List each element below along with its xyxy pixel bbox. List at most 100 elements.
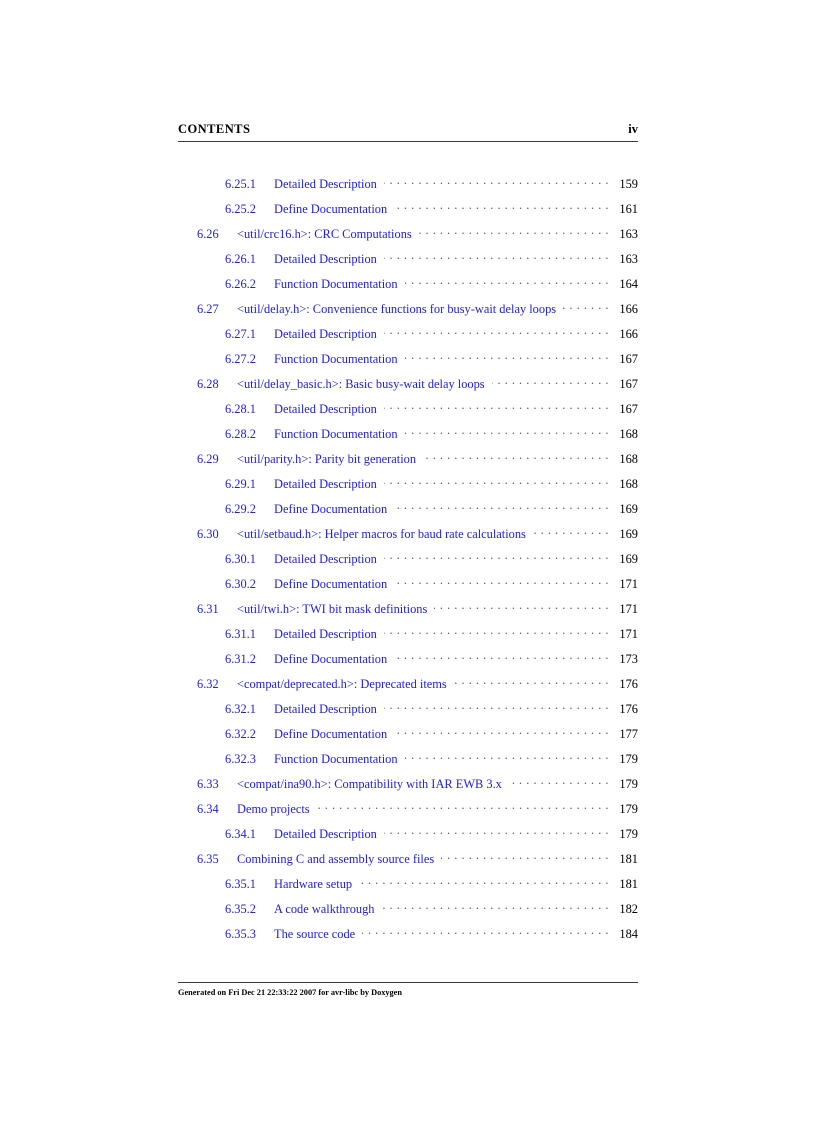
- toc-entry[interactable]: 6.35.3 The source code 184: [178, 926, 638, 951]
- toc-entry[interactable]: 6.30 <util/setbaud.h>: Helper macros for …: [178, 526, 638, 551]
- toc-entry-label: Detailed Description: [274, 402, 377, 416]
- toc-entry-number: 6.29.2: [225, 502, 256, 516]
- toc-entry[interactable]: 6.32.3 Function Documentation 179: [178, 751, 638, 776]
- toc-entry[interactable]: 6.31.2 Define Documentation 173: [178, 651, 638, 676]
- toc-entry-label: Define Documentation: [274, 727, 388, 741]
- toc-entry-page-number: 176: [619, 677, 638, 691]
- toc-entry-number: 6.30: [197, 527, 219, 541]
- toc-entry-label: Function Documentation: [274, 277, 398, 291]
- toc-entry-label: Detailed Description: [274, 552, 377, 566]
- toc-entry[interactable]: 6.32.1 Detailed Description 176: [178, 701, 638, 726]
- toc-entry[interactable]: 6.25.2 Define Documentation 161: [178, 201, 638, 226]
- toc-dot-leader: [384, 401, 609, 413]
- toc-entry[interactable]: 6.35 Combining C and assembly source file…: [178, 851, 638, 876]
- toc-entry[interactable]: 6.34.1 Detailed Description 179: [178, 826, 638, 851]
- toc-entry-number: 6.32.3: [225, 752, 256, 766]
- toc-entry-label: Define Documentation: [274, 577, 388, 591]
- toc-entry-page-number: 167: [619, 352, 638, 366]
- toc-entry-label: Detailed Description: [274, 702, 377, 716]
- toc-entry-page-number: 181: [619, 852, 638, 866]
- toc-entry-label: Demo projects: [237, 802, 310, 816]
- toc-entry-page-number: 171: [619, 627, 638, 641]
- toc-dot-leader: [492, 376, 609, 388]
- toc-entry[interactable]: 6.32 <compat/deprecated.h>: Deprecated it…: [178, 676, 638, 701]
- toc-entry[interactable]: 6.30.1 Detailed Description 169: [178, 551, 638, 576]
- toc-entry-number: 6.25.2: [225, 202, 256, 216]
- toc-entry-page-number: 168: [619, 477, 638, 491]
- toc-entry-number: 6.27.1: [225, 327, 256, 341]
- toc-dot-leader: [394, 501, 609, 513]
- toc-entry-number: 6.33: [197, 777, 219, 791]
- toc-entry[interactable]: 6.31 <util/twi.h>: TWI bit mask definitio…: [178, 601, 638, 626]
- toc-entry-number: 6.26.1: [225, 252, 256, 266]
- toc-entry-label: The source code: [274, 927, 356, 941]
- toc-entry[interactable]: 6.29 <util/parity.h>: Parity bit generati…: [178, 451, 638, 476]
- toc-entry[interactable]: 6.35.2 A code walkthrough 182: [178, 901, 638, 926]
- toc-entry-number: 6.35: [197, 852, 219, 866]
- toc-entry-page-number: 176: [619, 702, 638, 716]
- toc-dot-leader: [405, 751, 609, 763]
- toc-dot-leader: [405, 276, 609, 288]
- toc-entry[interactable]: 6.28.2 Function Documentation 168: [178, 426, 638, 451]
- toc-entry-number: 6.26: [197, 227, 219, 241]
- toc-entry[interactable]: 6.27.2 Function Documentation 167: [178, 351, 638, 376]
- toc-entry-number: 6.31: [197, 602, 219, 616]
- toc-entry[interactable]: 6.25.1 Detailed Description 159: [178, 176, 638, 201]
- toc-entry-number: 6.28: [197, 377, 219, 391]
- toc-entry[interactable]: 6.26.1 Detailed Description 163: [178, 251, 638, 276]
- toc-entry-number: 6.28.1: [225, 402, 256, 416]
- toc-entry-page-number: 159: [619, 177, 638, 191]
- toc-entry[interactable]: 6.28.1 Detailed Description 167: [178, 401, 638, 426]
- toc-dot-leader: [419, 226, 609, 238]
- toc-dot-leader: [384, 326, 609, 338]
- toc-entry[interactable]: 6.29.2 Define Documentation 169: [178, 501, 638, 526]
- toc-entry-number: 6.35.2: [225, 902, 256, 916]
- toc-dot-leader: [384, 476, 609, 488]
- toc-entry-page-number: 163: [619, 227, 638, 241]
- toc-entry-label: <util/crc16.h>: CRC Computations: [237, 227, 412, 241]
- toc-entry-page-number: 179: [619, 752, 638, 766]
- toc-entry[interactable]: 6.26 <util/crc16.h>: CRC Computations 163: [178, 226, 638, 251]
- toc-dot-leader: [384, 176, 609, 188]
- toc-entry-page-number: 169: [619, 527, 638, 541]
- toc-entry-label: Define Documentation: [274, 652, 388, 666]
- toc-entry-label: <util/twi.h>: TWI bit mask definitions: [237, 602, 428, 616]
- toc-entry[interactable]: 6.30.2 Define Documentation 171: [178, 576, 638, 601]
- page-folio: iv: [628, 122, 638, 136]
- toc-dot-leader: [359, 876, 609, 888]
- toc-entry[interactable]: 6.27.1 Detailed Description 166: [178, 326, 638, 351]
- toc-entry-page-number: 168: [619, 427, 638, 441]
- toc-dot-leader: [394, 576, 609, 588]
- toc-dot-leader: [384, 251, 609, 263]
- toc-entry-label: <compat/deprecated.h>: Deprecated items: [237, 677, 447, 691]
- toc-entry-page-number: 179: [619, 802, 638, 816]
- toc-entry-label: <compat/ina90.h>: Compatibility with IAR…: [237, 777, 502, 791]
- toc-entry-label: Detailed Description: [274, 477, 377, 491]
- toc-entry-number: 6.32: [197, 677, 219, 691]
- toc-entry[interactable]: 6.32.2 Define Documentation 177: [178, 726, 638, 751]
- toc-entry[interactable]: 6.35.1 Hardware setup 181: [178, 876, 638, 901]
- toc-entry-number: 6.28.2: [225, 427, 256, 441]
- toc-entry-number: 6.35.1: [225, 877, 256, 891]
- footer-generated-note: Generated on Fri Dec 21 22:33:22 2007 fo…: [178, 988, 402, 997]
- toc-entry[interactable]: 6.28 <util/delay_basic.h>: Basic busy-wai…: [178, 376, 638, 401]
- toc-dot-leader: [394, 651, 609, 663]
- toc-dot-leader: [317, 801, 609, 813]
- toc-entry-label: <util/delay.h>: Convenience functions fo…: [237, 302, 557, 316]
- toc-entry[interactable]: 6.34 Demo projects 179: [178, 801, 638, 826]
- toc-entry-number: 6.30.2: [225, 577, 256, 591]
- toc-entry-number: 6.27.2: [225, 352, 256, 366]
- toc-entry-page-number: 179: [619, 777, 638, 791]
- toc-entry[interactable]: 6.26.2 Function Documentation 164: [178, 276, 638, 301]
- toc-entry[interactable]: 6.29.1 Detailed Description 168: [178, 476, 638, 501]
- table-of-contents: 6.25.1 Detailed Description 159 6.25.2 Defin…: [178, 176, 638, 951]
- toc-entry-number: 6.31.1: [225, 627, 256, 641]
- toc-entry[interactable]: 6.33 <compat/ina90.h>: Compatibility with…: [178, 776, 638, 801]
- toc-entry[interactable]: 6.31.1 Detailed Description 171: [178, 626, 638, 651]
- toc-entry-number: 6.34.1: [225, 827, 256, 841]
- toc-dot-leader: [434, 601, 609, 613]
- toc-entry-label: Detailed Description: [274, 252, 377, 266]
- toc-entry-label: Function Documentation: [274, 752, 398, 766]
- toc-entry-number: 6.35.3: [225, 927, 256, 941]
- toc-entry[interactable]: 6.27 <util/delay.h>: Convenience function…: [178, 301, 638, 326]
